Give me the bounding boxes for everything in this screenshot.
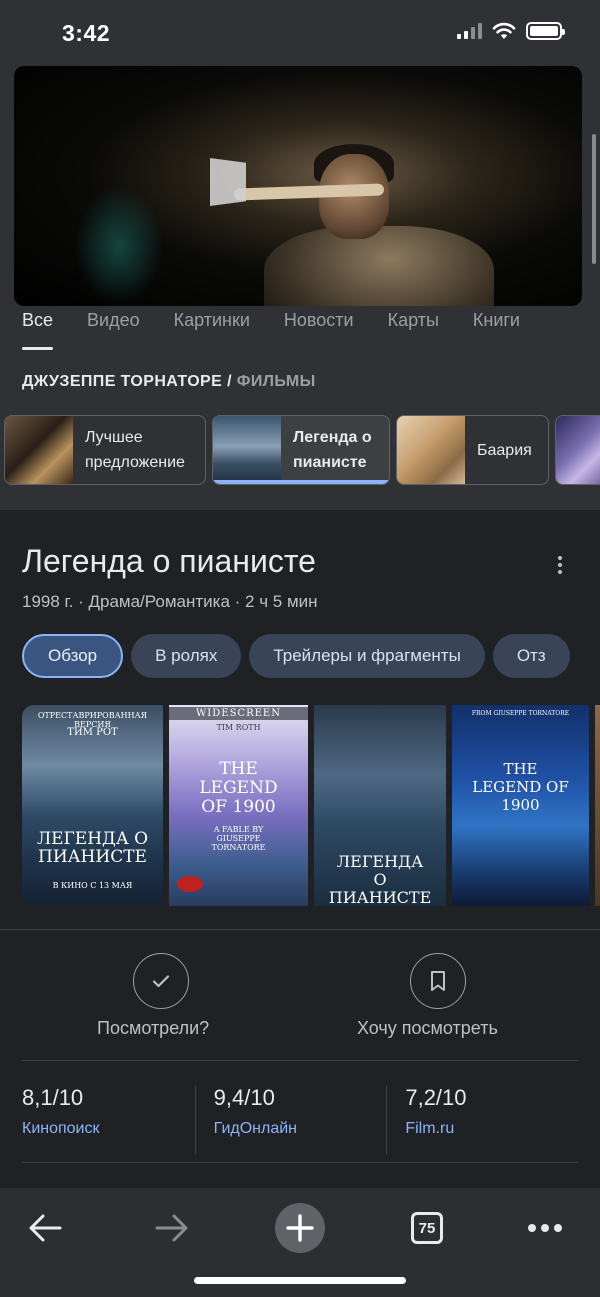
film-thumbnail [5,416,73,484]
home-indicator[interactable] [194,1277,406,1284]
watched-button[interactable] [133,953,189,1009]
video-scene-figure [264,226,494,306]
film-thumbnail [397,416,465,484]
rating-score: 8,1/10 [22,1085,84,1110]
status-bar: 3:42 [0,0,600,66]
tabs-button[interactable]: 75 [397,1198,457,1258]
search-tabs: Все Видео Картинки Новости Карты Книги [22,310,520,350]
tab-maps[interactable]: Карты [388,310,439,346]
video-scene-axe-head [210,158,246,206]
tab-images[interactable]: Картинки [174,310,250,346]
menu-button[interactable] [515,1198,575,1258]
rating-source-link[interactable]: Кинопоиск [22,1120,195,1138]
back-button[interactable] [15,1198,75,1258]
want-to-watch-button[interactable] [410,953,466,1009]
pill-overview[interactable]: Обзор [22,634,124,678]
section-divider [0,929,600,930]
section-pills: Обзор В ролях Трейлеры и фрагменты Отз [22,634,570,678]
movie-title: Легенда о пианисте [22,543,316,579]
tab-all[interactable]: Все [22,310,54,350]
poster-actor: TIM ROTH [216,723,261,732]
battery-icon [526,22,565,40]
film-thumbnail [213,416,281,484]
tab-video[interactable]: Видео [87,310,140,346]
section-divider [22,1060,578,1061]
rating-source-link[interactable]: ГидОнлайн [214,1120,387,1138]
new-tab-button[interactable] [270,1198,330,1258]
poster-image[interactable] [595,705,600,906]
poster-credit: A FABLE BY GIUSEPPE TORNATORE [211,825,266,852]
film-thumbnail [556,416,600,484]
rating-filmru[interactable]: 7,2/10 Film.ru [386,1085,578,1155]
rating-source-link[interactable]: Film.ru [405,1120,578,1138]
breadcrumb-films: ФИЛЬМЫ [236,373,316,390]
tab-news[interactable]: Новости [284,310,354,346]
tab-count-icon: 75 [411,1212,443,1244]
pill-cast[interactable]: В ролях [131,634,242,678]
poster-image[interactable]: FROM GIUSEPPE TORNATORE THE LEGEND OF 19… [452,705,589,906]
dvd-badge [177,876,203,892]
poster-actor: ТИМ РОТ [67,727,118,738]
poster-title: THE LEGEND OF 1900 [199,759,278,817]
rating-gidonline[interactable]: 9,4/10 ГидОнлайн [194,1085,387,1155]
poster-title: ЛЕГЕНДА О ПИАНИСТЕ [36,829,149,867]
poster-tagline: WIDESCREEN [169,707,308,720]
poster-tagline: FROM GIUSEPPE TORNATORE [471,710,570,717]
poster-image[interactable]: ОТРЕСТАВРИРОВАННАЯ ВЕРСИЯ ТИМ РОТ ЛЕГЕНД… [22,705,163,906]
more-options-icon[interactable] [558,556,562,574]
poster-image[interactable]: ЛЕГЕНДА О ПИАНИСТЕ [314,705,446,906]
status-icons [457,22,565,40]
film-chip-label: Баария [477,441,532,459]
forward-button[interactable] [142,1198,202,1258]
poster-image[interactable]: WIDESCREEN TIM ROTH THE LEGEND OF 1900 A… [169,705,308,906]
film-chip-best-offer[interactable]: Лучшее предложение [4,415,206,485]
poster-title: ЛЕГЕНДА О ПИАНИСТЕ [328,852,432,907]
film-carousel: Лучшее предложение Легенда о пианисте Ба… [4,415,600,485]
arrow-right-icon [155,1214,188,1242]
scrollbar-thumb[interactable] [592,134,596,264]
film-chip-baaria[interactable]: Баария [396,415,549,485]
video-scene-glow [74,186,164,306]
wifi-icon [492,22,516,39]
rating-score: 9,4/10 [213,1085,275,1110]
movie-meta: 1998 г. · Драма/Романтика · 2 ч 5 мин [22,592,318,611]
rating-kinopoisk[interactable]: 8,1/10 Кинопоиск [22,1085,195,1155]
breadcrumb-separator: / [227,373,232,390]
poster-title: THE LEGEND OF 1900 [472,760,569,814]
plus-icon [275,1203,325,1253]
arrow-left-icon [29,1214,62,1242]
video-preview[interactable] [14,66,582,306]
status-time: 3:42 [62,20,111,46]
pill-reviews[interactable]: Отз [492,634,570,678]
tab-books[interactable]: Книги [473,310,520,346]
film-chip-legend-pianist[interactable]: Легенда о пианисте [212,415,390,485]
bookmark-icon [431,971,445,991]
breadcrumb: ДЖУЗЕППЕ ТОРНАТОРЕ / ФИЛЬМЫ [22,373,316,391]
checkmark-icon [152,975,170,988]
section-divider [22,1162,578,1163]
poster-gallery: ОТРЕСТАВРИРОВАННАЯ ВЕРСИЯ ТИМ РОТ ЛЕГЕНД… [22,705,600,906]
film-chip-next[interactable] [555,415,600,485]
cellular-signal-icon [457,23,482,39]
film-chip-label: Лучшее предложение [85,429,185,471]
rating-score: 7,2/10 [405,1085,467,1110]
film-chip-label: Легенда о пианисте [293,429,372,471]
ratings-row: 8,1/10 Кинопоиск 9,4/10 ГидОнлайн 7,2/10… [22,1085,578,1155]
pill-trailers[interactable]: Трейлеры и фрагменты [249,634,485,678]
poster-release: В КИНО С 13 МАЯ [52,881,133,890]
breadcrumb-director[interactable]: ДЖУЗЕППЕ ТОРНАТОРЕ [22,373,222,390]
more-horizontal-icon [528,1224,562,1232]
want-to-watch-label[interactable]: Хочу посмотреть [357,1018,498,1039]
watched-label[interactable]: Посмотрели? [97,1018,209,1039]
